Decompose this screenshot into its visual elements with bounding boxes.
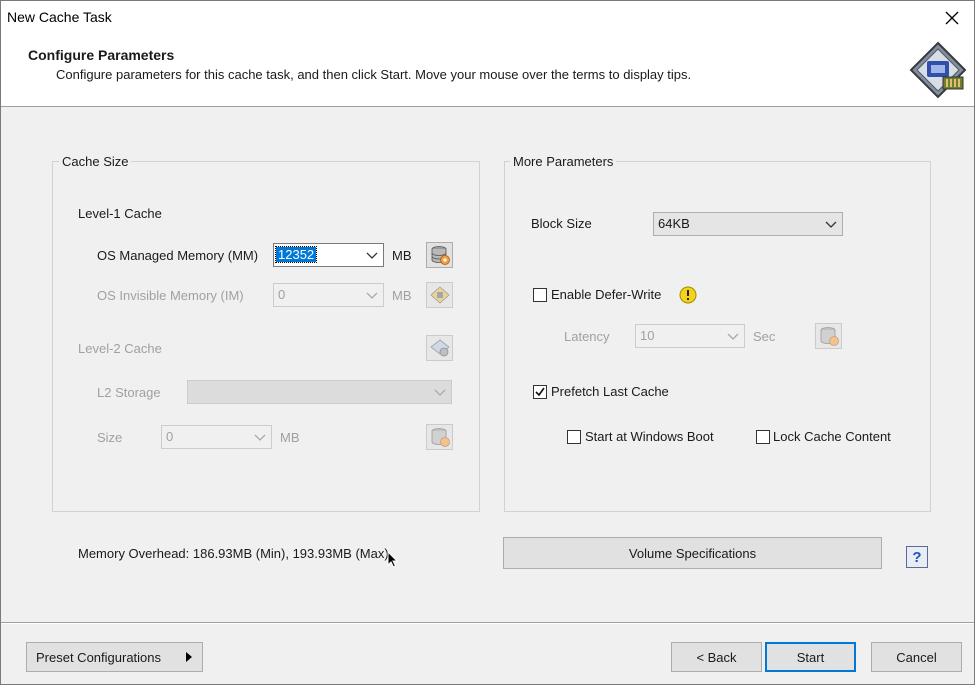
back-button-label: < Back bbox=[696, 649, 737, 665]
block-size-combo[interactable]: 64KB bbox=[653, 212, 843, 236]
chevron-down-icon bbox=[366, 292, 378, 299]
start-button-label: Start bbox=[796, 649, 825, 665]
cache-chip-logo-icon bbox=[909, 41, 967, 99]
disk-settings-icon bbox=[429, 339, 450, 357]
latency-label: Latency bbox=[564, 329, 610, 344]
latency-combo[interactable]: 10 bbox=[635, 324, 745, 348]
help-icon: ? bbox=[912, 548, 922, 566]
l2-size-label: Size bbox=[97, 430, 123, 445]
l2-size-settings-button[interactable] bbox=[426, 424, 453, 450]
chevron-down-icon bbox=[825, 221, 837, 228]
memory-overhead-text: Memory Overhead: 186.93MB (Min), 193.93M… bbox=[78, 546, 389, 561]
l2-storage-label: L2 Storage bbox=[97, 385, 161, 400]
cancel-button-label: Cancel bbox=[896, 649, 937, 665]
chevron-right-icon bbox=[186, 652, 192, 662]
help-button[interactable]: ? bbox=[906, 546, 928, 568]
chevron-down-icon bbox=[254, 434, 266, 441]
wizard-header: Configure Parameters Configure parameter… bbox=[1, 35, 974, 107]
cancel-button[interactable]: Cancel bbox=[871, 642, 962, 672]
database-settings-icon bbox=[431, 428, 450, 447]
window-title: New Cache Task bbox=[7, 9, 112, 25]
chevron-down-icon bbox=[366, 252, 378, 259]
latency-value: 10 bbox=[640, 328, 655, 343]
enable-defer-write-checkbox[interactable] bbox=[533, 288, 547, 302]
database-settings-icon bbox=[431, 246, 450, 265]
preset-configurations-button[interactable]: Preset Configurations bbox=[26, 642, 203, 672]
start-at-windows-boot-label: Start at Windows Boot bbox=[585, 429, 714, 444]
title-bar: New Cache Task bbox=[1, 1, 974, 35]
level1-cache-label: Level-1 Cache bbox=[78, 206, 162, 221]
os-invisible-memory-label: OS Invisible Memory (IM) bbox=[97, 288, 244, 303]
mouse-cursor-icon bbox=[387, 551, 399, 568]
l2-size-combo[interactable]: 0 bbox=[161, 425, 272, 449]
block-size-value: 64KB bbox=[658, 216, 690, 231]
lock-cache-content-checkbox[interactable] bbox=[756, 430, 770, 444]
os-managed-memory-settings-button[interactable] bbox=[426, 242, 453, 268]
lock-cache-content-label: Lock Cache Content bbox=[773, 429, 891, 444]
warning-icon bbox=[679, 286, 697, 304]
checkmark-icon bbox=[535, 387, 545, 397]
os-invisible-memory-settings-button[interactable] bbox=[426, 282, 453, 308]
l2-storage-combo[interactable] bbox=[187, 380, 452, 404]
level2-cache-label: Level-2 Cache bbox=[78, 341, 162, 356]
latency-unit: Sec bbox=[753, 329, 776, 344]
start-button[interactable]: Start bbox=[765, 642, 856, 672]
latency-settings-button[interactable] bbox=[815, 323, 842, 349]
volume-specifications-label: Volume Specifications bbox=[628, 545, 757, 561]
footer-separator-highlight bbox=[1, 623, 974, 624]
dialog-window: New Cache Task Configure Parameters Conf… bbox=[0, 0, 975, 685]
l2-size-unit: MB bbox=[280, 430, 300, 445]
os-invisible-memory-unit: MB bbox=[392, 288, 412, 303]
prefetch-last-cache-label: Prefetch Last Cache bbox=[551, 384, 669, 399]
os-managed-memory-value: 12352 bbox=[274, 246, 318, 263]
page-subtitle: Configure parameters for this cache task… bbox=[56, 67, 692, 82]
os-invisible-memory-value: 0 bbox=[278, 287, 286, 302]
close-icon bbox=[945, 11, 959, 25]
close-button[interactable] bbox=[930, 1, 974, 35]
memory-chip-icon bbox=[429, 286, 450, 304]
os-managed-memory-combo[interactable]: 12352 bbox=[273, 243, 384, 267]
volume-specifications-button[interactable]: Volume Specifications bbox=[503, 537, 882, 569]
prefetch-last-cache-checkbox[interactable] bbox=[533, 385, 547, 399]
enable-defer-write-label: Enable Defer-Write bbox=[551, 287, 662, 302]
cache-size-group-label: Cache Size bbox=[59, 154, 132, 169]
preset-configurations-label: Preset Configurations bbox=[36, 649, 162, 665]
chevron-down-icon bbox=[727, 333, 739, 340]
start-at-windows-boot-checkbox[interactable] bbox=[567, 430, 581, 444]
more-parameters-group-label: More Parameters bbox=[510, 154, 617, 169]
os-managed-memory-unit: MB bbox=[392, 248, 412, 263]
os-managed-memory-label: OS Managed Memory (MM) bbox=[97, 248, 259, 263]
database-settings-icon bbox=[820, 327, 839, 346]
block-size-label: Block Size bbox=[531, 216, 592, 231]
level2-cache-settings-button[interactable] bbox=[426, 335, 453, 361]
back-button[interactable]: < Back bbox=[671, 642, 762, 672]
os-invisible-memory-combo[interactable]: 0 bbox=[273, 283, 384, 307]
l2-size-value: 0 bbox=[166, 429, 174, 444]
page-title: Configure Parameters bbox=[28, 47, 175, 63]
chevron-down-icon bbox=[434, 389, 446, 396]
